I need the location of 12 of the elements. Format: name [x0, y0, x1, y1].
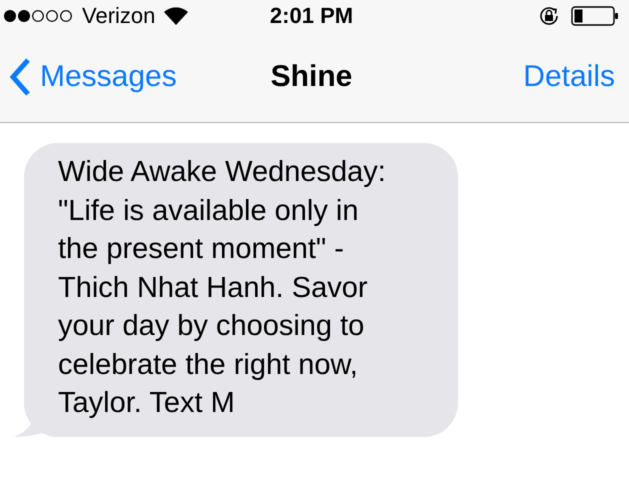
rotation-lock-icon — [537, 4, 561, 28]
conversation-title: Shine — [270, 60, 352, 94]
details-link[interactable]: Details — [523, 60, 615, 94]
message-bubble: Wide Awake Wednesday: "Life is available only in the present moment" - Thich Nhat Hanh. Savor your day by choosing to celebrate the right now, Taylor. Text M — [24, 143, 458, 436]
wifi-icon — [163, 6, 190, 26]
back-button[interactable]: Messages — [8, 57, 177, 97]
battery-icon — [571, 6, 619, 26]
carrier-name: Verizon — [82, 3, 156, 29]
back-label[interactable]: Messages — [40, 60, 177, 94]
back-chevron-icon — [8, 57, 32, 97]
signal-strength-icon — [4, 9, 74, 23]
status-time: 2:01 PM — [270, 3, 354, 29]
